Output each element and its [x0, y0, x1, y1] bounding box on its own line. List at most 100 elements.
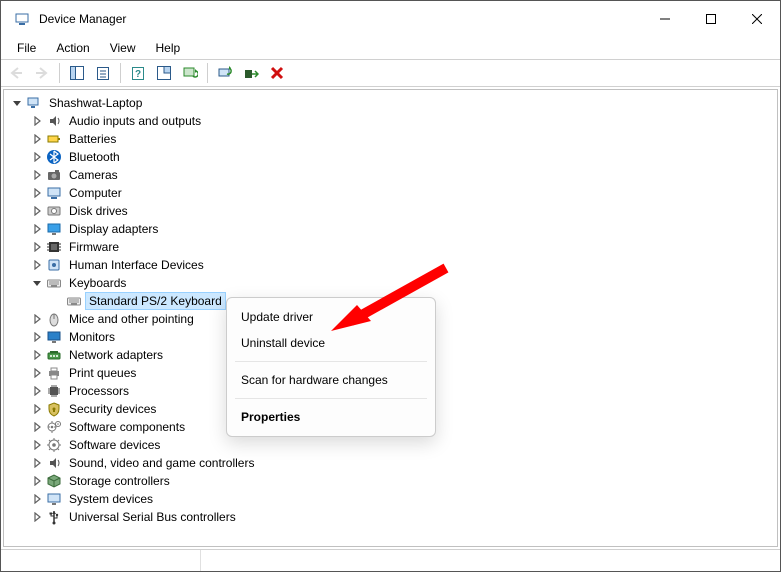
tree-category[interactable]: Firmware [8, 238, 777, 256]
tree-category[interactable]: System devices [8, 490, 777, 508]
help-button[interactable]: ? [126, 61, 150, 85]
tree-item-label[interactable]: Computer [66, 185, 125, 201]
twisty-collapsed-icon[interactable] [30, 114, 44, 128]
enable-button[interactable] [239, 61, 263, 85]
tree-item-label[interactable]: Keyboards [66, 275, 129, 291]
maximize-button[interactable] [688, 1, 734, 37]
tree-category[interactable]: Batteries [8, 130, 777, 148]
tree-category[interactable]: Audio inputs and outputs [8, 112, 777, 130]
tree-category[interactable]: Cameras [8, 166, 777, 184]
tree-item-label[interactable]: Security devices [66, 401, 159, 417]
twisty-collapsed-icon[interactable] [30, 186, 44, 200]
twisty-collapsed-icon[interactable] [30, 312, 44, 326]
title-bar: Device Manager [1, 1, 780, 37]
forward-button[interactable] [30, 61, 54, 85]
twisty-collapsed-icon[interactable] [30, 438, 44, 452]
tree-category[interactable]: Storage controllers [8, 472, 777, 490]
status-pane-2 [201, 550, 780, 571]
twisty-expanded-icon[interactable] [30, 276, 44, 290]
tree-item-label[interactable]: Print queues [66, 365, 139, 381]
twisty-collapsed-icon[interactable] [30, 330, 44, 344]
menu-view[interactable]: View [100, 39, 146, 57]
twisty-collapsed-icon[interactable] [30, 132, 44, 146]
twisty-collapsed-icon[interactable] [30, 348, 44, 362]
battery-icon [46, 131, 62, 147]
tree-root[interactable]: Shashwat-Laptop [8, 94, 777, 112]
tree-item-label[interactable]: Sound, video and game controllers [66, 455, 257, 471]
minimize-button[interactable] [642, 1, 688, 37]
tree-item-label[interactable]: Shashwat-Laptop [46, 95, 145, 111]
twisty-collapsed-icon[interactable] [30, 204, 44, 218]
audio-icon [46, 113, 62, 129]
printer-icon [46, 365, 62, 381]
tree-item-label[interactable]: Cameras [66, 167, 121, 183]
tree-category[interactable]: Software devices [8, 436, 777, 454]
separator [235, 398, 427, 399]
sound-icon [46, 455, 62, 471]
scan-button[interactable] [178, 61, 202, 85]
tree-category[interactable]: Display adapters [8, 220, 777, 238]
menu-file[interactable]: File [7, 39, 46, 57]
back-button[interactable] [4, 61, 28, 85]
tree-category[interactable]: Human Interface Devices [8, 256, 777, 274]
keyboard-icon [46, 275, 62, 291]
twisty-collapsed-icon[interactable] [30, 456, 44, 470]
twisty-collapsed-icon[interactable] [30, 240, 44, 254]
close-button[interactable] [734, 1, 780, 37]
uninstall-button[interactable] [265, 61, 289, 85]
properties-button[interactable] [91, 61, 115, 85]
tree-category[interactable]: Computer [8, 184, 777, 202]
tree-item-label[interactable]: Firmware [66, 239, 122, 255]
show-tree-button[interactable] [65, 61, 89, 85]
tree-item-label[interactable]: Storage controllers [66, 473, 173, 489]
ctx-uninstall-device[interactable]: Uninstall device [227, 330, 435, 356]
tree-item-label[interactable]: Audio inputs and outputs [66, 113, 204, 129]
separator [120, 63, 121, 83]
tree-item-label[interactable]: Mice and other pointing [66, 311, 197, 327]
tree-item-label[interactable]: Bluetooth [66, 149, 123, 165]
tree-item-label[interactable]: Software devices [66, 437, 163, 453]
twisty-collapsed-icon[interactable] [30, 402, 44, 416]
tree-item-label[interactable]: Human Interface Devices [66, 257, 207, 273]
tree-category[interactable]: Universal Serial Bus controllers [8, 508, 777, 526]
tree-item-label[interactable]: Monitors [66, 329, 118, 345]
window-title: Device Manager [39, 12, 642, 26]
tree-item-label[interactable]: Disk drives [66, 203, 131, 219]
twisty-collapsed-icon[interactable] [30, 474, 44, 488]
ctx-properties[interactable]: Properties [227, 404, 435, 430]
keyboard-icon [66, 293, 82, 309]
twisty-collapsed-icon[interactable] [30, 258, 44, 272]
twisty-expanded-icon[interactable] [10, 96, 24, 110]
ctx-update-driver[interactable]: Update driver [227, 304, 435, 330]
menu-action[interactable]: Action [46, 39, 99, 57]
camera-icon [46, 167, 62, 183]
twisty-collapsed-icon[interactable] [30, 366, 44, 380]
menu-help[interactable]: Help [146, 39, 191, 57]
ctx-scan-hardware[interactable]: Scan for hardware changes [227, 367, 435, 393]
security-icon [46, 401, 62, 417]
tree-item-label[interactable]: Network adapters [66, 347, 166, 363]
usb-icon [46, 509, 62, 525]
twisty-collapsed-icon[interactable] [30, 492, 44, 506]
tree-item-label[interactable]: Processors [66, 383, 132, 399]
tree-category[interactable]: Sound, video and game controllers [8, 454, 777, 472]
twisty-collapsed-icon[interactable] [30, 168, 44, 182]
tree-item-label[interactable]: Batteries [66, 131, 119, 147]
twisty-collapsed-icon[interactable] [30, 222, 44, 236]
tree-category[interactable]: Keyboards [8, 274, 777, 292]
tree-item-label[interactable]: System devices [66, 491, 156, 507]
twisty-collapsed-icon[interactable] [30, 420, 44, 434]
tree-item-label[interactable]: Standard PS/2 Keyboard [86, 293, 225, 309]
tree-item-label[interactable]: Universal Serial Bus controllers [66, 509, 239, 525]
twisty-collapsed-icon[interactable] [30, 384, 44, 398]
update-driver-button[interactable] [213, 61, 237, 85]
tree-category[interactable]: Bluetooth [8, 148, 777, 166]
twisty-collapsed-icon[interactable] [30, 150, 44, 164]
tree-item-label[interactable]: Display adapters [66, 221, 161, 237]
tree-category[interactable]: Disk drives [8, 202, 777, 220]
app-icon [13, 10, 31, 28]
action-center-button[interactable] [152, 61, 176, 85]
hid-icon [46, 257, 62, 273]
tree-item-label[interactable]: Software components [66, 419, 188, 435]
twisty-collapsed-icon[interactable] [30, 510, 44, 524]
